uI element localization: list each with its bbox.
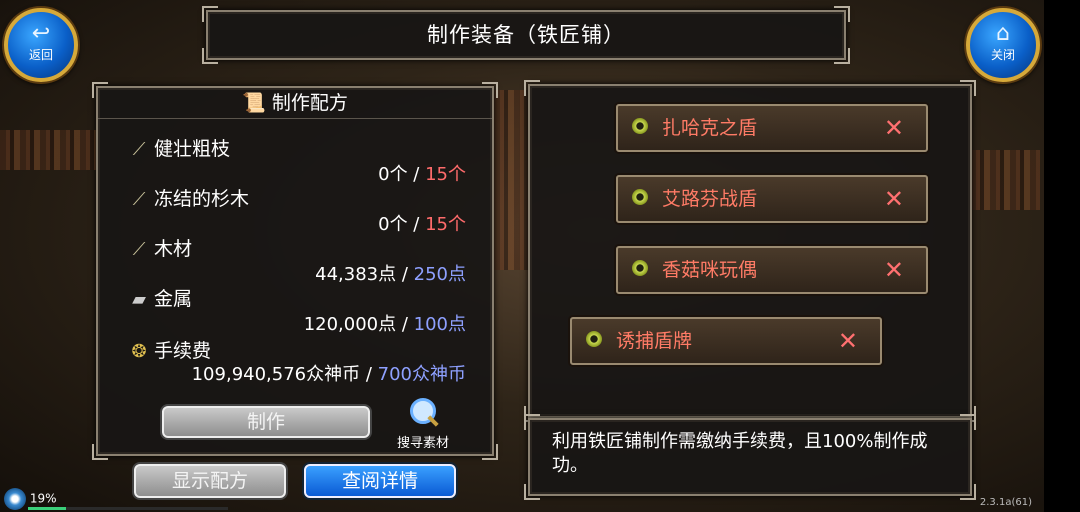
- equipment-item[interactable]: 诱捕盾牌 ✕: [570, 317, 882, 365]
- remove-icon[interactable]: ✕: [884, 177, 904, 221]
- view-details-button[interactable]: 查阅详情: [304, 464, 456, 498]
- bookshelf-center: [494, 90, 528, 270]
- screen-edge: [1044, 0, 1080, 512]
- gear-icon: [4, 488, 26, 510]
- make-button-label: 制作: [246, 411, 285, 433]
- search-materials-button[interactable]: 搜寻素材: [388, 398, 458, 451]
- branch-icon: ⟋: [132, 189, 146, 210]
- metal-ingot-icon: ▰: [132, 289, 146, 310]
- material-row-4-amount: 120,000点 / 100点: [304, 310, 466, 336]
- coins-icon: ❂: [131, 341, 147, 362]
- ring-icon: [586, 331, 602, 347]
- close-button[interactable]: ⌂ 关闭: [966, 8, 1040, 82]
- equipment-item[interactable]: 香菇咪玩偶 ✕: [616, 246, 928, 294]
- material-row-1-amount: 0个 / 15个: [378, 160, 466, 186]
- branch-icon: ⟋: [132, 139, 146, 160]
- show-recipe-label: 显示配方: [171, 470, 248, 492]
- remove-icon[interactable]: ✕: [838, 319, 858, 363]
- recipe-panel: 📜 制作配方 ⟋ 健壮粗枝 0个 / 15个 ⟋ 冻结的杉木 0个 / 15个 ⟋ 木材…: [92, 82, 498, 460]
- fee-row-name: ❂ 手续费: [128, 336, 211, 363]
- progress-bar: [28, 507, 228, 510]
- back-label: 返回: [28, 48, 53, 62]
- material-3-label: 木材: [154, 238, 193, 260]
- ring-icon: [632, 118, 648, 134]
- equipment-name: 艾路芬战盾: [662, 188, 758, 210]
- material-2-label: 冻结的杉木: [154, 188, 250, 210]
- show-recipe-button[interactable]: 显示配方: [134, 464, 286, 498]
- remove-icon[interactable]: ✕: [884, 248, 904, 292]
- fee-row-amount: 109,940,576众神币 / 700众神币: [192, 360, 466, 386]
- back-arrow-icon: ↩: [31, 21, 51, 46]
- material-2-sep: /: [407, 214, 426, 235]
- material-3-need: 250点: [413, 264, 466, 285]
- recipe-header-label: 制作配方: [271, 92, 348, 114]
- ring-icon: [632, 189, 648, 205]
- fee-need: 700众神币: [377, 364, 466, 385]
- magnifier-icon: [410, 398, 439, 427]
- progress-fill: [28, 507, 66, 510]
- material-row-4-name: ▰ 金属: [128, 284, 192, 311]
- material-row-3-amount: 44,383点 / 250点: [315, 260, 466, 286]
- fee-have: 109,940,576众神币: [191, 364, 361, 385]
- page-title: 制作装备（铁匠铺）: [427, 23, 625, 47]
- material-1-have: 0个: [378, 164, 408, 185]
- material-1-label: 健壮粗枝: [154, 138, 231, 160]
- material-2-need: 15个: [425, 214, 466, 235]
- material-3-have: 44,383点: [315, 264, 397, 285]
- material-row-1-name: ⟋ 健壮粗枝: [128, 134, 230, 161]
- fee-sep: /: [360, 364, 378, 385]
- view-details-label: 查阅详情: [341, 470, 418, 492]
- material-4-need: 100点: [413, 314, 466, 335]
- back-button[interactable]: ↩ 返回: [4, 8, 78, 82]
- equipment-name: 香菇咪玩偶: [662, 259, 758, 281]
- equipment-name: 诱捕盾牌: [616, 330, 693, 352]
- material-4-have: 120,000点: [303, 314, 397, 335]
- equipment-item[interactable]: 扎哈克之盾 ✕: [616, 104, 928, 152]
- material-row-2-name: ⟋ 冻结的杉木: [128, 184, 249, 211]
- search-materials-label: 搜寻素材: [396, 436, 449, 451]
- recipe-header: 📜 制作配方: [98, 88, 492, 119]
- version-label: 2.3.1a(61): [979, 497, 1032, 508]
- close-label: 关闭: [990, 48, 1015, 62]
- material-row-2-amount: 0个 / 15个: [378, 210, 466, 236]
- material-4-label: 金属: [154, 288, 193, 310]
- equipment-item[interactable]: 艾路芬战盾 ✕: [616, 175, 928, 223]
- title-bar: 制作装备（铁匠铺）: [202, 6, 850, 64]
- fee-label: 手续费: [154, 340, 212, 362]
- description-text: 利用铁匠铺制作需缴纳手续费，且100%制作成功。: [552, 431, 928, 476]
- material-1-sep: /: [407, 164, 426, 185]
- scroll-icon: 📜: [242, 92, 266, 114]
- material-4-sep: /: [396, 314, 414, 335]
- bookshelf-left: [0, 130, 96, 170]
- equipment-name: 扎哈克之盾: [662, 117, 758, 139]
- material-1-need: 15个: [425, 164, 466, 185]
- make-button[interactable]: 制作: [162, 406, 370, 438]
- bookshelf-right: [970, 150, 1040, 210]
- material-2-have: 0个: [378, 214, 408, 235]
- material-row-3-name: ⟋ 木材: [128, 234, 192, 261]
- home-icon: ⌂: [996, 21, 1010, 46]
- progress-text: 19%: [29, 491, 57, 506]
- branch-icon: ⟋: [132, 239, 146, 260]
- ring-icon: [632, 260, 648, 276]
- material-3-sep: /: [396, 264, 414, 285]
- remove-icon[interactable]: ✕: [884, 106, 904, 150]
- description-panel: 利用铁匠铺制作需缴纳手续费，且100%制作成功。: [524, 414, 976, 500]
